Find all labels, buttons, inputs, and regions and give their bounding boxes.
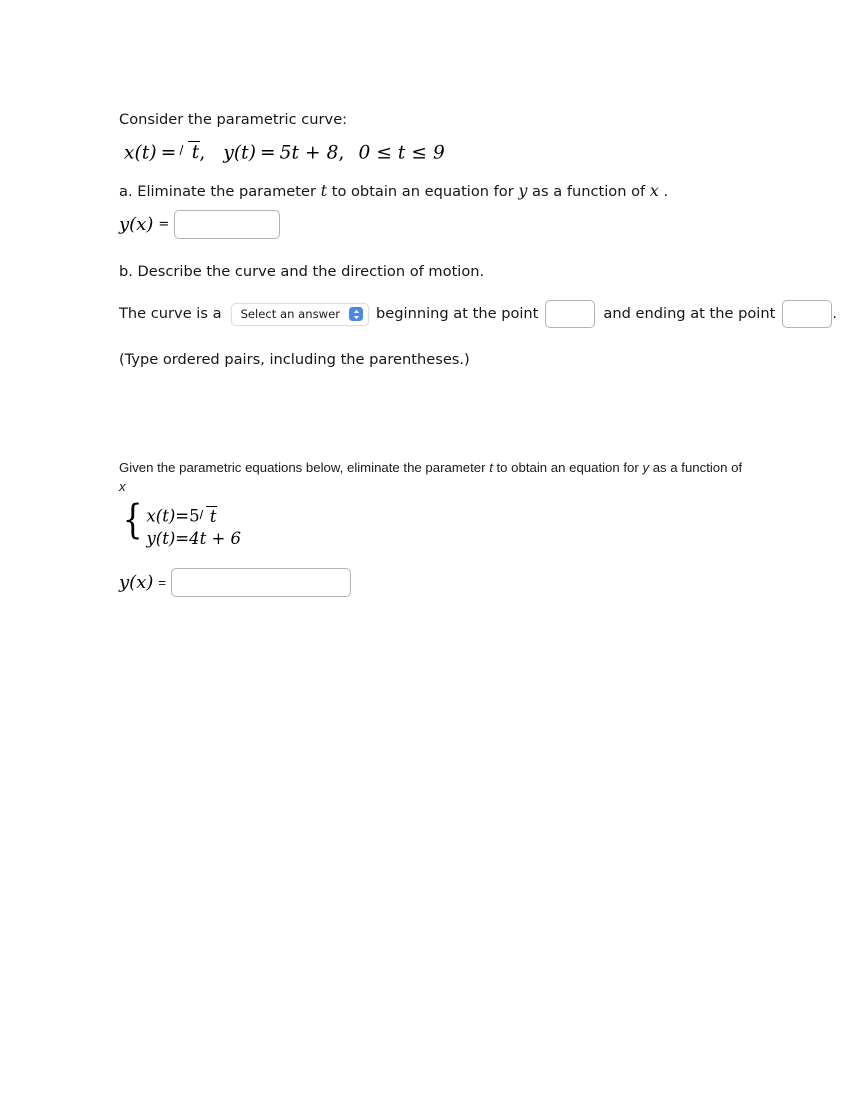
problem-2-answer-row: y(x) = (119, 568, 751, 598)
eq-x-sqrt: t (180, 140, 201, 167)
curve-sentence-start: The curve is a (119, 304, 222, 322)
eq-y-equals: = (260, 142, 276, 164)
problem-1-intro: Consider the parametric curve: (119, 111, 348, 128)
part-a-suffix: . (658, 182, 669, 200)
problem-1-answer-row: y(x) = (119, 210, 779, 240)
system-y-equals: = (175, 529, 190, 549)
curve-type-select-value: Select an answer (240, 306, 341, 321)
problem-2-prompt-part-2: to obtain an equation for (492, 460, 643, 475)
system-x-sqrt: t (200, 505, 217, 528)
part-a-middle-2: as a function of (527, 182, 650, 200)
problem-1-note: (Type ordered pairs, including the paren… (119, 351, 470, 369)
system-x-equals: = (175, 507, 190, 527)
problem-1-parametric-equations: x(t) = t, y(t) = 5t + 8, 0 ≤ t ≤ 9 (124, 140, 779, 167)
system-x-coefficient: 5 (189, 507, 200, 527)
system-brace: { (122, 497, 143, 544)
problem-2-prompt: Given the parametric equations below, el… (119, 459, 751, 496)
problem-2-answer-input[interactable] (170, 568, 351, 598)
part-a-middle: to obtain an equation for (327, 182, 519, 200)
eq-x-radicand: t (191, 142, 200, 164)
curve-sentence-mid: beginning at the point (376, 304, 539, 322)
problem-2: Given the parametric equations below, el… (119, 459, 751, 598)
end-point-input[interactable] (782, 300, 833, 329)
system-y-lhs: y(t) (146, 529, 176, 549)
eq-comma-2: , (338, 142, 345, 164)
eq-x-lhs: x(t) (124, 142, 157, 164)
system-equations: x(t)=5 t y(t)=4t + 6 (146, 505, 241, 550)
eq-comma-1: , (199, 142, 206, 164)
system-x-radicand: t (209, 507, 217, 527)
system-x-lhs: x(t) (146, 507, 176, 527)
part-a-var-x: x (649, 180, 659, 200)
eq-y-lhs: y(t) (223, 142, 257, 164)
problem-1-part-a-prompt: a. Eliminate the parameter t to obtain a… (119, 180, 779, 203)
system-equation-x: x(t)=5 t (146, 505, 241, 528)
eq-x-equals: = (160, 142, 177, 164)
eq-domain: 0 ≤ t ≤ 9 (358, 142, 445, 164)
problem-2-prompt-part-3: as a function of (649, 460, 743, 475)
problem-1: Consider the parametric curve: x(t) = t, y(… (119, 110, 837, 371)
eq-y-rhs: 5t + 8 (279, 142, 339, 164)
worksheet-page: Consider the parametric curve: x(t) = t, y(… (0, 0, 850, 1100)
problem-2-answer-label: y(x) (119, 572, 154, 594)
up-down-chevron-icon (349, 307, 364, 322)
problem-1-curve-sentence: The curve is a Select an answer beginnin… (119, 300, 837, 329)
problem-2-prompt-part-1: Given the parametric equations below, el… (119, 460, 490, 475)
part-a-answer-label: y(x) (119, 214, 154, 236)
problem-1-part-b-prompt: b. Describe the curve and the direction … (119, 263, 485, 281)
start-point-input[interactable] (545, 300, 596, 329)
system-y-rhs: 4t + 6 (189, 529, 242, 549)
system-equation-y: y(t)=4t + 6 (146, 528, 241, 550)
problem-2-var-x: x (119, 478, 126, 494)
curve-sentence-end: . (832, 304, 837, 322)
part-a-equals-sign: = (158, 216, 170, 232)
problem-2-equals-sign: = (158, 574, 166, 590)
curve-type-select[interactable]: Select an answer (230, 302, 370, 326)
part-a-prefix: a. Eliminate the parameter (119, 182, 321, 200)
curve-sentence-mid-2: and ending at the point (603, 304, 776, 322)
problem-2-system: { x(t)=5 t y(t)=4t + 6 (120, 501, 751, 550)
part-a-answer-input[interactable] (174, 210, 281, 240)
